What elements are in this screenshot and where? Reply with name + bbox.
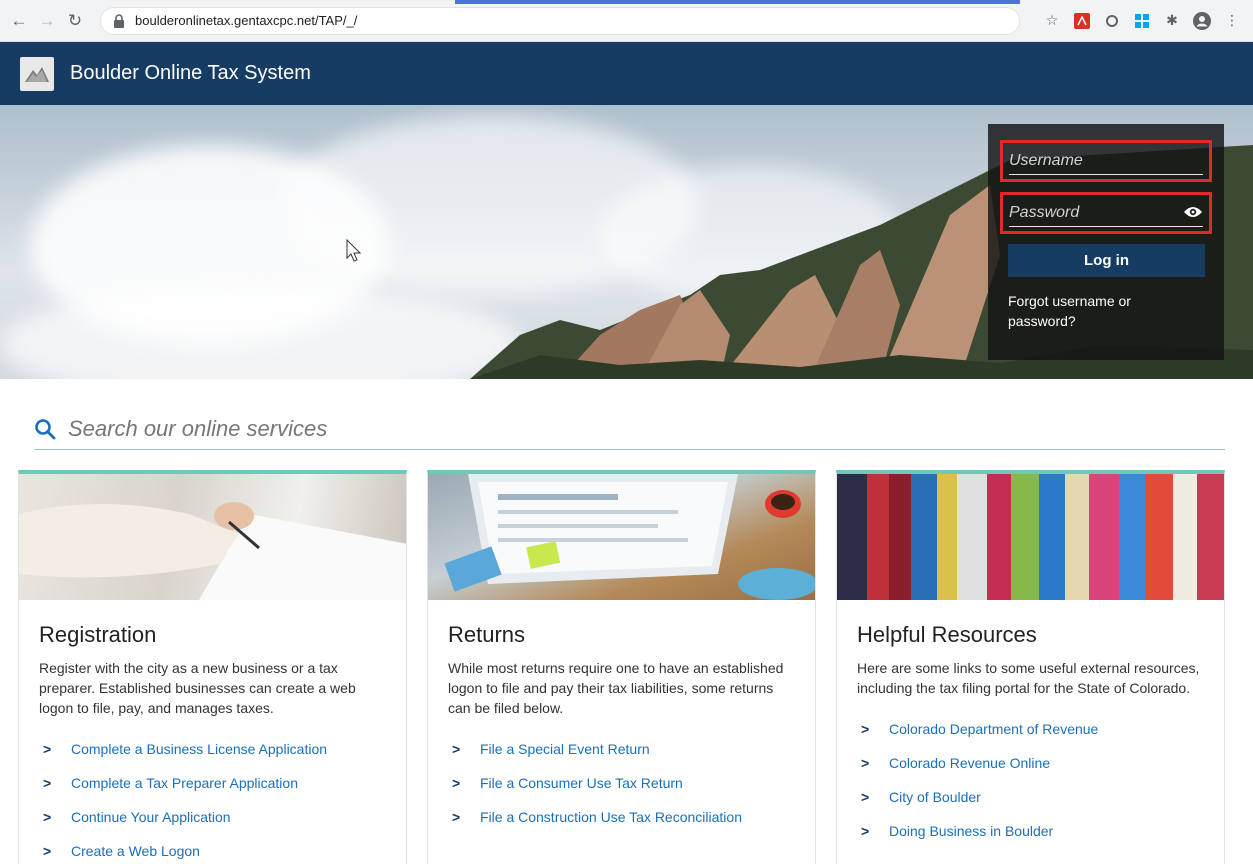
link-list: > Colorado Department of Revenue > Colorad… <box>857 712 1204 848</box>
mouse-pointer-icon <box>346 239 362 262</box>
list-item[interactable]: > Colorado Revenue Online <box>857 746 1204 780</box>
circle-extension-icon[interactable] <box>1103 12 1121 30</box>
card-title: Returns <box>448 622 526 647</box>
menu-icon[interactable]: ⋮ <box>1223 12 1241 30</box>
star-icon[interactable]: ☆ <box>1043 12 1061 30</box>
list-item[interactable]: > Complete a Tax Preparer Application <box>39 766 386 800</box>
profile-icon[interactable] <box>1193 11 1211 30</box>
city-of-boulder-link[interactable]: City of Boulder <box>889 789 981 805</box>
list-item[interactable]: > File a Construction Use Tax Reconciliat… <box>448 800 795 834</box>
colorado-revenue-online-link[interactable]: Colorado Revenue Online <box>889 755 1050 771</box>
consumer-use-tax-link[interactable]: File a Consumer Use Tax Return <box>480 775 683 791</box>
card-description: While most returns require one to have a… <box>448 660 784 716</box>
extension-area: ☆ ✱ ⋮ <box>1043 11 1245 30</box>
doing-business-link[interactable]: Doing Business in Boulder <box>889 823 1053 839</box>
username-field-highlight <box>1000 140 1212 182</box>
city-logo-icon <box>20 56 54 91</box>
services-search <box>34 409 1225 450</box>
lock-icon <box>114 13 124 28</box>
puzzle-icon[interactable]: ✱ <box>1163 12 1181 30</box>
card-description: Here are some links to some useful exter… <box>857 660 1200 696</box>
browser-toolbar: ← → ↻ boulderonlinetax.gentaxcpc.net/TAP… <box>0 0 1253 42</box>
resources-image <box>837 474 1224 600</box>
list-item[interactable]: > File a Consumer Use Tax Return <box>448 766 795 800</box>
card-registration: Registration Register with the city as a… <box>18 470 407 864</box>
chevron-right-icon: > <box>861 789 870 805</box>
special-event-return-link[interactable]: File a Special Event Return <box>480 741 650 757</box>
login-button[interactable]: Log in <box>1008 244 1205 277</box>
forgot-credentials-link[interactable]: Forgot username or password? <box>1008 291 1168 331</box>
list-item[interactable]: > Colorado Department of Revenue <box>857 712 1204 746</box>
link-list: > Complete a Business License Application… <box>39 732 386 864</box>
tax-preparer-link[interactable]: Complete a Tax Preparer Application <box>71 775 298 791</box>
chevron-right-icon: > <box>861 721 870 737</box>
windows-extension-icon[interactable] <box>1133 12 1151 30</box>
forward-icon[interactable]: → <box>36 10 58 32</box>
chevron-right-icon: > <box>43 843 52 859</box>
selection-highlight <box>455 0 1020 4</box>
password-field-highlight <box>1000 192 1212 234</box>
list-item[interactable]: > Doing Business in Boulder <box>857 814 1204 848</box>
card-title: Helpful Resources <box>857 622 1037 647</box>
app-header: Boulder Online Tax System <box>0 42 1253 105</box>
list-item[interactable]: > City of Boulder <box>857 780 1204 814</box>
business-license-link[interactable]: Complete a Business License Application <box>71 741 327 757</box>
chevron-right-icon: > <box>452 809 461 825</box>
list-item[interactable]: > Create a Web Logon <box>39 834 386 864</box>
chevron-right-icon: > <box>452 741 461 757</box>
show-password-eye-icon[interactable] <box>1183 204 1203 220</box>
card-returns: Returns While most returns require one t… <box>427 470 816 864</box>
search-input[interactable] <box>68 416 668 442</box>
signing-document-illustration <box>19 502 406 600</box>
pdf-extension-icon[interactable] <box>1073 12 1091 30</box>
card-title: Registration <box>39 622 157 647</box>
chevron-right-icon: > <box>861 755 870 771</box>
back-icon[interactable]: ← <box>8 10 30 32</box>
chevron-right-icon: > <box>861 823 870 839</box>
list-item[interactable]: > Continue Your Application <box>39 800 386 834</box>
chevron-right-icon: > <box>43 741 52 757</box>
address-bar[interactable]: boulderonlinetax.gentaxcpc.net/TAP/_/ <box>100 6 1020 35</box>
list-item[interactable]: > File a Special Event Return <box>448 732 795 766</box>
colorado-dor-link[interactable]: Colorado Department of Revenue <box>889 721 1098 737</box>
password-input[interactable] <box>1009 199 1203 227</box>
link-list: > File a Special Event Return > File a Con… <box>448 732 795 834</box>
search-icon <box>35 419 56 440</box>
construction-use-tax-link[interactable]: File a Construction Use Tax Reconciliati… <box>480 809 742 825</box>
returns-image <box>428 474 815 600</box>
chevron-right-icon: > <box>43 775 52 791</box>
create-logon-link[interactable]: Create a Web Logon <box>71 843 200 859</box>
app-title: Boulder Online Tax System <box>70 62 311 84</box>
continue-application-link[interactable]: Continue Your Application <box>71 809 231 825</box>
list-item[interactable]: > Complete a Business License Application <box>39 732 386 766</box>
username-input[interactable] <box>1009 147 1203 175</box>
registration-image <box>19 474 406 600</box>
card-description: Register with the city as a new business… <box>39 660 356 716</box>
chevron-right-icon: > <box>452 775 461 791</box>
reload-icon[interactable]: ↻ <box>64 10 86 32</box>
login-panel: Log in Forgot username or password? <box>988 124 1224 360</box>
chevron-right-icon: > <box>43 809 52 825</box>
card-helpful-resources: Helpful Resources Here are some links to… <box>836 470 1225 864</box>
hero-banner: Log in Forgot username or password? <box>0 105 1253 379</box>
service-cards: Registration Register with the city as a… <box>18 470 1253 864</box>
url-text: boulderonlinetax.gentaxcpc.net/TAP/_/ <box>135 13 358 28</box>
binders-illustration <box>837 474 1224 600</box>
desk-computer-illustration <box>444 474 815 600</box>
